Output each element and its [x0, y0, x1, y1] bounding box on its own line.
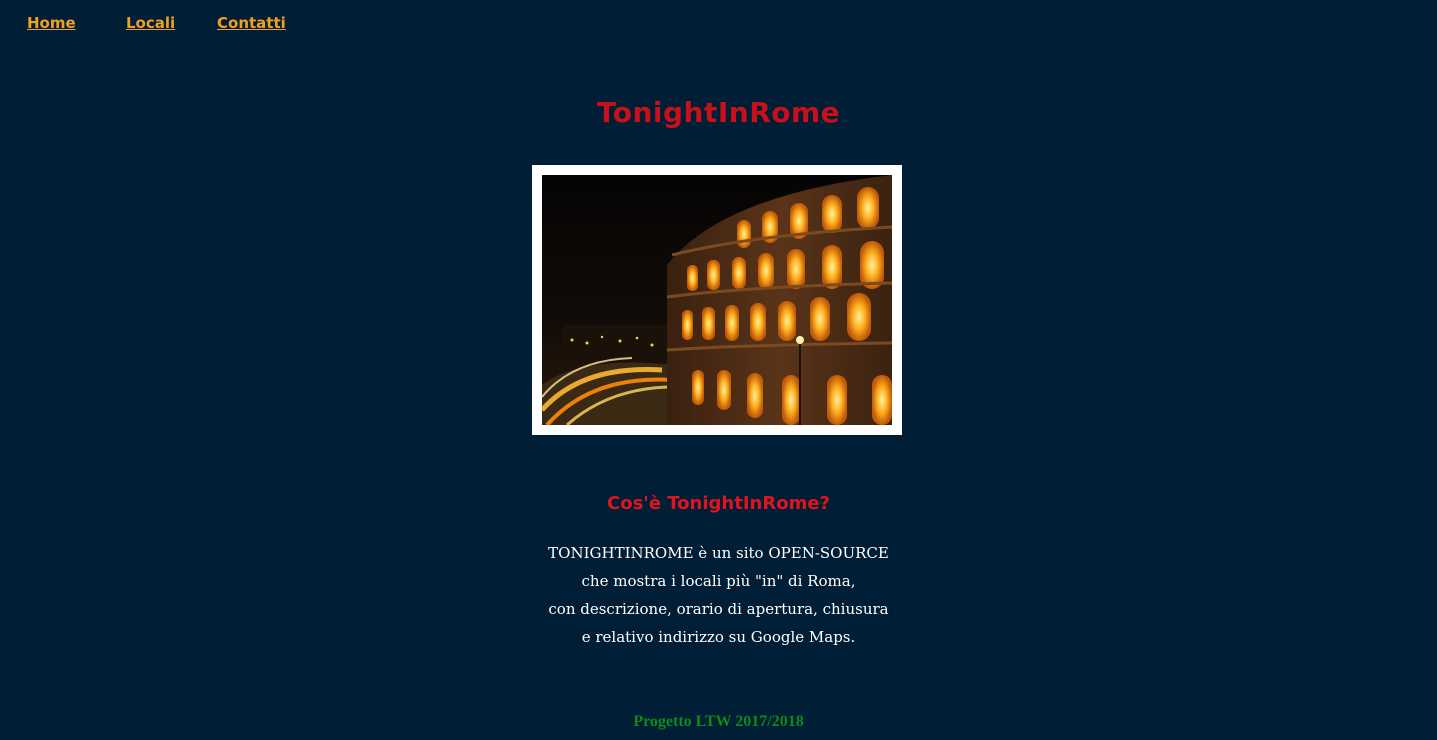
site-title: TonightInRome: [596, 96, 841, 129]
nav-link-locali[interactable]: Locali: [126, 14, 175, 32]
hero-image-frame: [532, 165, 902, 435]
colosseum-photo: [542, 175, 892, 425]
top-navigation: Home Locali Contatti: [0, 14, 1437, 38]
nav-link-contatti[interactable]: Contatti: [217, 14, 286, 32]
about-line: e relativo indirizzo su Google Maps.: [581, 628, 856, 646]
about-line: che mostra i locali più "in" di Roma,: [581, 572, 856, 590]
nav-link-home[interactable]: Home: [27, 14, 76, 32]
about-line: con descrizione, orario di apertura, chi…: [548, 600, 889, 618]
footer-text: Progetto LTW 2017/2018: [633, 713, 804, 730]
about-description: TONIGHTINROME è un sito OPEN-SOURCE che …: [0, 539, 1437, 651]
about-line: TONIGHTINROME è un sito OPEN-SOURCE: [548, 544, 889, 562]
about-heading: Cos'è TonightInRome?: [607, 493, 830, 514]
